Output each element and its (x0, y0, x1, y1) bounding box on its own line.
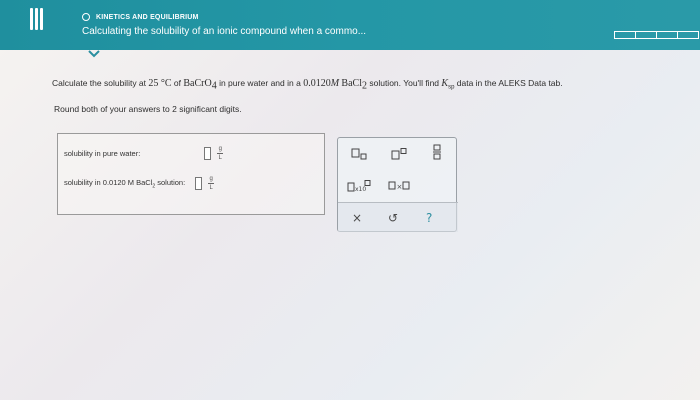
superscript-button[interactable] (390, 146, 408, 162)
undo-icon[interactable]: ↺ (388, 211, 398, 225)
subscript-button[interactable] (350, 146, 368, 162)
topic-label: KINETICS AND EQUILIBRIUM (96, 13, 199, 21)
progress-box (677, 31, 699, 39)
toolbar-actions: × ↺ ? (338, 202, 458, 232)
instruction-text: Round both of your answers to 2 signific… (54, 104, 242, 114)
unit-fraction: gL (208, 176, 215, 191)
fraction-button[interactable] (428, 144, 446, 160)
chevron-down-icon[interactable] (86, 50, 102, 58)
progress-box (635, 31, 657, 39)
answer-row-bacl2: solubility in 0.0120 M BaCl2 solution: g… (64, 176, 215, 191)
pure-water-input[interactable] (204, 147, 212, 160)
answer-label: solubility in pure water: (64, 149, 141, 158)
answer-row-pure-water: solubility in pure water: gL (64, 146, 224, 161)
help-icon[interactable]: ? (426, 211, 432, 225)
math-toolbar: x10 × × ↺ ? (337, 137, 458, 232)
question-text: Calculate the solubility at 25 °C of BaC… (52, 78, 563, 92)
progress-indicator (614, 31, 699, 39)
close-icon[interactable]: × (352, 211, 362, 225)
scientific-notation-button[interactable]: x10 (346, 178, 372, 194)
multiply-button[interactable]: × (388, 178, 410, 194)
page-title: Calculating the solubility of an ionic c… (82, 26, 367, 37)
menu-icon[interactable] (30, 8, 46, 34)
top-bar: KINETICS AND EQUILIBRIUM Calculating the… (0, 0, 700, 50)
answer-box: solubility in pure water: gL solubility … (57, 133, 325, 215)
progress-box (614, 31, 636, 39)
svg-text:×: × (397, 183, 403, 191)
topic-circle-icon (82, 13, 90, 21)
answer-label: solubility in 0.0120 M BaCl2 solution: (64, 177, 186, 190)
svg-text:x10: x10 (355, 186, 366, 192)
bacl2-solution-input[interactable] (195, 177, 203, 190)
topic-row: KINETICS AND EQUILIBRIUM (82, 11, 199, 23)
progress-box (656, 31, 678, 39)
unit-fraction: gL (217, 146, 224, 161)
